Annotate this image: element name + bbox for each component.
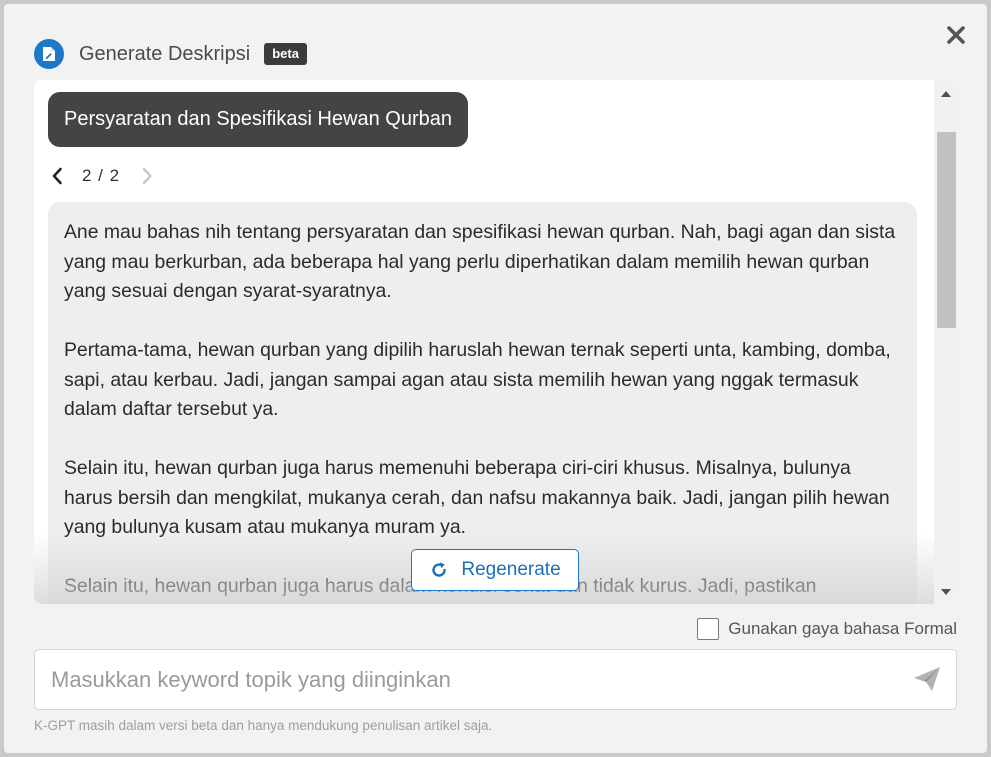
scroll-down-button[interactable] [934, 582, 957, 602]
keyword-input[interactable] [35, 650, 895, 709]
paragraph: Ane mau bahas nih tentang persyaratan da… [64, 221, 896, 302]
regenerate-label: Regenerate [461, 559, 561, 580]
scroll-up-button[interactable] [934, 84, 957, 104]
topic-chip: Persyaratan dan Spesifikasi Hewan Qurban [48, 92, 468, 147]
close-button[interactable] [945, 24, 967, 46]
send-button[interactable] [912, 665, 942, 693]
result-pager: 2 / 2 [48, 163, 156, 189]
formal-style-option[interactable]: Gunakan gaya bahasa Formal [697, 618, 957, 640]
scrollbar-thumb[interactable] [937, 132, 956, 328]
regenerate-button[interactable]: Regenerate [411, 549, 579, 591]
formal-style-label: Gunakan gaya bahasa Formal [728, 619, 957, 638]
generate-description-dialog: Generate Deskripsi beta Persyaratan dan … [4, 4, 987, 753]
previous-result-button[interactable] [48, 165, 66, 187]
triangle-up-icon [940, 91, 951, 97]
chevron-right-icon [142, 167, 152, 185]
vertical-scrollbar[interactable] [934, 80, 957, 604]
document-icon [34, 39, 64, 69]
dialog-header: Generate Deskripsi beta [34, 36, 307, 72]
send-icon [914, 667, 940, 691]
pager-count: 2 / 2 [82, 166, 121, 185]
triangle-down-icon [940, 589, 951, 595]
refresh-icon [432, 562, 447, 577]
paragraph: Selain itu, hewan qurban juga harus meme… [64, 457, 890, 538]
close-icon [947, 26, 965, 44]
beta-disclaimer: K-GPT masih dalam versi beta dan hanya m… [34, 718, 493, 733]
formal-style-checkbox[interactable] [697, 618, 720, 640]
next-result-button[interactable] [138, 165, 156, 187]
keyword-input-container [34, 649, 957, 710]
dialog-title: Generate Deskripsi [79, 42, 251, 65]
paragraph: Pertama-tama, hewan qurban yang dipilih … [64, 339, 891, 420]
generated-text: Ane mau bahas nih tentang persyaratan da… [48, 202, 917, 604]
chevron-left-icon [52, 167, 62, 185]
result-panel: Persyaratan dan Spesifikasi Hewan Qurban… [34, 80, 957, 604]
beta-badge: beta [264, 43, 307, 65]
